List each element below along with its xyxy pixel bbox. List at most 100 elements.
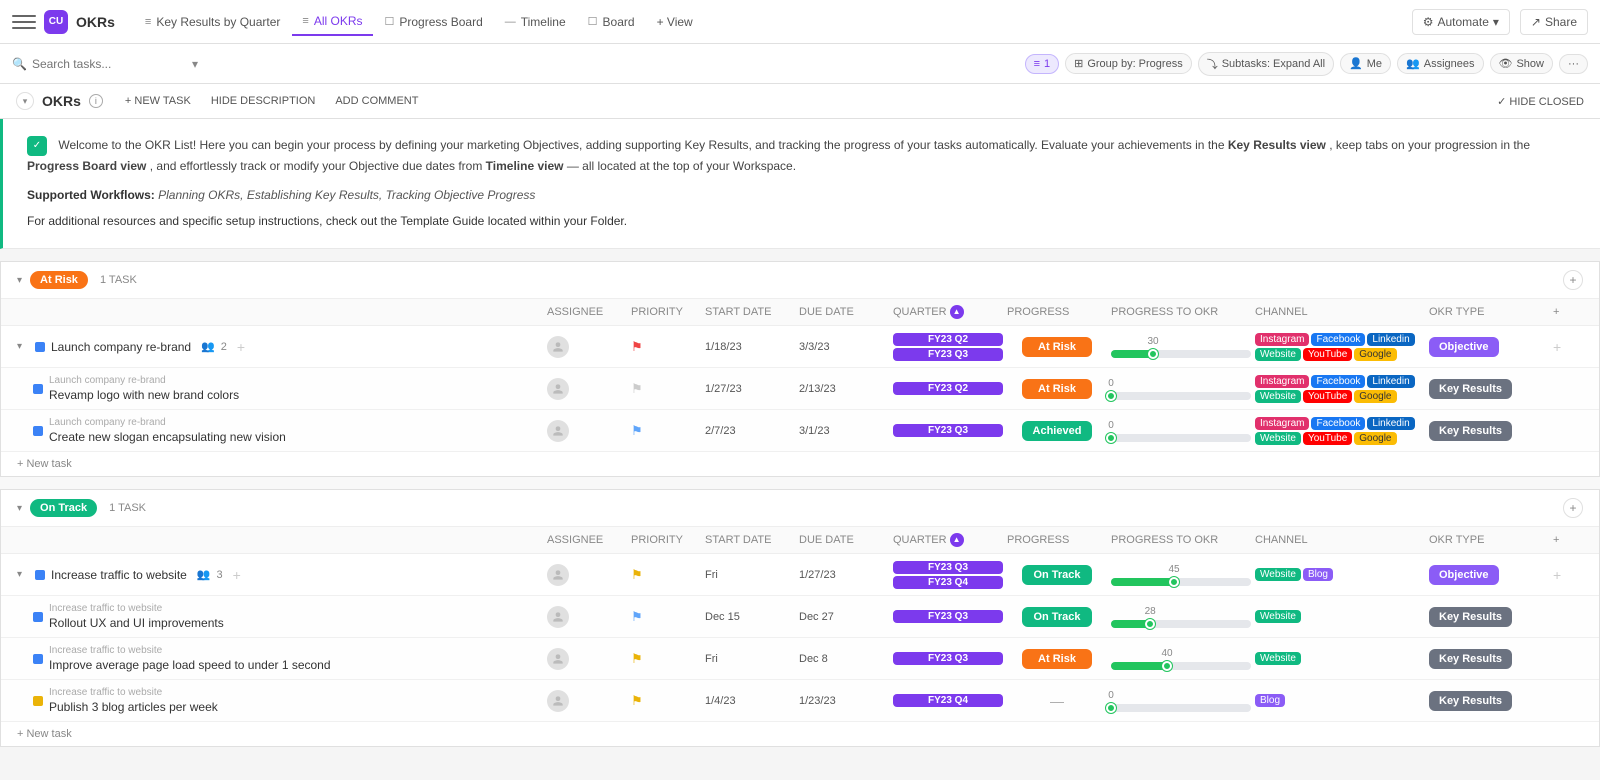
okrs-collapse-btn[interactable]: ▾ (16, 92, 34, 110)
search-box[interactable]: 🔍 ▾ (12, 57, 1017, 71)
quarter-tag-1: FY23 Q2 (893, 333, 1003, 346)
status-badge: On Track (1022, 607, 1092, 627)
task-name-cell: Launch company re-brand Create new sloga… (1, 417, 543, 444)
col-quarter: QUARTER ▲ (893, 305, 1003, 319)
hide-closed-button[interactable]: ✓ HIDE CLOSED (1497, 95, 1584, 108)
channel-instagram: Instagram (1255, 333, 1309, 346)
search-input[interactable] (32, 57, 187, 71)
status-badge: Achieved (1022, 421, 1092, 441)
task-name[interactable]: Rollout UX and UI improvements (49, 616, 224, 630)
filter-assignees[interactable]: 👥 Assignees (1397, 53, 1483, 74)
add-group-button[interactable]: + (1563, 498, 1583, 518)
channel-tags: Website (1255, 652, 1425, 665)
app-logo: CU (44, 10, 68, 34)
col-quarter: QUARTER ▲ (893, 533, 1003, 547)
tab-board[interactable]: ☐ Board (578, 8, 645, 36)
info-icon[interactable]: i (89, 94, 103, 108)
sort-icon[interactable]: ▲ (950, 305, 964, 319)
share-icon: ↗ (1531, 15, 1541, 29)
new-task-button[interactable]: + NEW TASK (119, 92, 197, 110)
channel-tags: Instagram Facebook Linkedin Website YouT… (1255, 417, 1425, 445)
filter-show[interactable]: 👁 Show (1490, 53, 1554, 74)
supported-workflows: Supported Workflows: Planning OKRs, Esta… (27, 188, 1576, 202)
quarter-tag-1: FY23 Q3 (893, 561, 1003, 574)
tab-all-okrs[interactable]: ≡ All OKRs (292, 8, 372, 36)
filter-subtasks[interactable]: ⤵ Subtasks: Expand All (1198, 52, 1334, 76)
tab-icon: ≡ (302, 15, 308, 27)
assignee-avatar (547, 648, 569, 670)
col-due-date: DUE DATE (799, 306, 889, 318)
task-name[interactable]: Revamp logo with new brand colors (49, 388, 239, 402)
task-subtitle: Increase traffic to website (49, 603, 224, 614)
chevron-down-icon[interactable]: ▾ (192, 57, 198, 71)
due-date: Dec 27 (799, 611, 889, 623)
col-add[interactable]: + (1553, 306, 1583, 318)
quarter-tags: FY23 Q2 FY23 Q3 (893, 333, 1003, 361)
new-task-button-2[interactable]: + New task (1, 722, 1599, 746)
col-add[interactable]: + (1553, 534, 1583, 546)
hamburger-menu[interactable] (12, 10, 36, 34)
filter-count[interactable]: ≡ 1 (1025, 54, 1060, 74)
filter-group-by[interactable]: ⊞ Group by: Progress (1065, 53, 1192, 74)
filter-me[interactable]: 👤 Me (1340, 53, 1391, 74)
due-date: 1/27/23 (799, 569, 889, 581)
add-subtask-icon[interactable]: + (237, 339, 245, 355)
task-name[interactable]: Publish 3 blog articles per week (49, 700, 218, 714)
col-start-date: START DATE (705, 306, 795, 318)
person-icon: 👥 (197, 568, 211, 581)
tab-timeline[interactable]: — Timeline (495, 8, 576, 36)
okr-type-badge: Key Results (1429, 691, 1512, 711)
channel-website: Website (1255, 652, 1301, 665)
group-collapse-btn[interactable]: ▾ (17, 503, 22, 514)
add-subtask-icon[interactable]: + (233, 567, 241, 583)
add-column-button[interactable]: + (1553, 567, 1583, 583)
task-name[interactable]: Launch company re-brand (51, 340, 191, 354)
progress-bar-wrap: 30 (1111, 350, 1251, 358)
channel-youtube: YouTube (1303, 432, 1352, 445)
share-button[interactable]: ↗ Share (1520, 9, 1588, 35)
group-header-on-track: ▾ On Track 1 TASK + (1, 490, 1599, 527)
channel-facebook: Facebook (1311, 417, 1365, 430)
task-name-wrap: Increase traffic to website Improve aver… (49, 645, 331, 672)
tab-progress-board[interactable]: ☐ Progress Board (375, 8, 493, 36)
table-row: Increase traffic to website Rollout UX a… (1, 596, 1599, 638)
group-collapse-btn[interactable]: ▾ (17, 275, 22, 286)
quarter-tag-2: FY23 Q3 (893, 348, 1003, 361)
start-date: Dec 15 (705, 611, 795, 623)
start-date: Fri (705, 569, 795, 581)
tab-add-view[interactable]: + View (647, 8, 703, 36)
channel-tags: Instagram Facebook Linkedin Website YouT… (1255, 333, 1425, 361)
new-task-button[interactable]: + New task (1, 452, 1599, 476)
add-comment-button[interactable]: ADD COMMENT (329, 92, 424, 110)
me-icon: 👤 (1349, 57, 1363, 70)
channel-website: Website (1255, 568, 1301, 581)
task-name[interactable]: Increase traffic to website (51, 568, 187, 582)
task-color-dot (35, 342, 45, 352)
okr-icon: ✓ (27, 136, 47, 156)
more-options-button[interactable]: ··· (1559, 54, 1588, 74)
person-count: 2 (221, 341, 227, 353)
assignee-avatar (547, 420, 569, 442)
task-color-dot (33, 612, 43, 622)
task-name[interactable]: Improve average page load speed to under… (49, 658, 331, 672)
priority-flag: ⚑ (631, 567, 701, 583)
sort-icon[interactable]: ▲ (950, 533, 964, 547)
progress-status: At Risk (1007, 337, 1107, 357)
hide-description-button[interactable]: HIDE DESCRIPTION (205, 92, 322, 110)
add-column-button[interactable]: + (1553, 339, 1583, 355)
quarter-tag-1: FY23 Q3 (893, 424, 1003, 437)
expand-button[interactable]: ▾ (17, 569, 29, 580)
col-progress-okr: PROGRESS TO OKR (1111, 306, 1251, 318)
assignee-avatar (547, 606, 569, 628)
automate-button[interactable]: ⚙ Automate ▾ (1412, 9, 1510, 35)
quarter-tags: FY23 Q3 FY23 Q4 (893, 561, 1003, 589)
task-name-wrap: Increase traffic to website (51, 568, 187, 582)
expand-button[interactable]: ▾ (17, 341, 29, 352)
tab-key-results-quarter[interactable]: ≡ Key Results by Quarter (135, 8, 290, 36)
okr-type-cell: Key Results (1429, 691, 1549, 711)
channel-instagram: Instagram (1255, 417, 1309, 430)
add-group-button[interactable]: + (1563, 270, 1583, 290)
task-name[interactable]: Create new slogan encapsulating new visi… (49, 430, 286, 444)
channel-blog: Blog (1255, 694, 1285, 707)
quarter-tags: FY23 Q2 (893, 382, 1003, 395)
